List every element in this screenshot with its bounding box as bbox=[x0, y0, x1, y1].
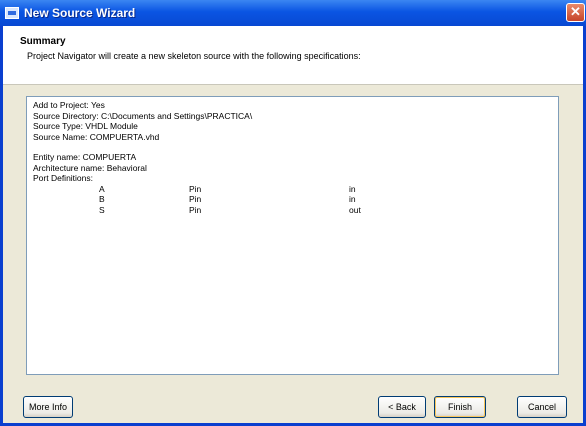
close-button[interactable]: ✕ bbox=[566, 3, 585, 22]
port-direction: out bbox=[349, 204, 361, 215]
port-direction: in bbox=[349, 194, 356, 204]
back-button-label: < Back bbox=[388, 402, 416, 412]
summary-text-area[interactable]: Add to Project: Yes Source Directory: C:… bbox=[26, 96, 559, 375]
summary-line-add-to-project: Add to Project: Yes bbox=[33, 100, 105, 110]
cancel-button-label: Cancel bbox=[527, 402, 556, 412]
more-info-button[interactable]: More Info bbox=[23, 396, 73, 418]
title-bar[interactable]: New Source Wizard ✕ bbox=[0, 0, 586, 26]
more-info-button-label: More Info bbox=[28, 402, 68, 412]
port-row: B Pin in bbox=[33, 194, 552, 205]
summary-spacer bbox=[33, 142, 552, 152]
summary-line-source-type: Source Type: VHDL Module bbox=[33, 121, 138, 131]
port-type: Pin bbox=[189, 194, 202, 204]
page-description: Project Navigator will create a new skel… bbox=[27, 51, 361, 61]
finish-button-label: Finish bbox=[447, 402, 472, 412]
port-direction: in bbox=[349, 183, 356, 194]
summary-line-source-name: Source Name: COMPUERTA.vhd bbox=[33, 131, 160, 142]
wizard-header: Summary Project Navigator will create a … bbox=[3, 26, 583, 85]
summary-line-port-definitions: Port Definitions: bbox=[33, 173, 93, 183]
page-title: Summary bbox=[20, 36, 66, 47]
port-name: B bbox=[99, 194, 105, 204]
window-title: New Source Wizard bbox=[24, 6, 136, 20]
summary-line-architecture-name: Architecture name: Behavioral bbox=[33, 162, 147, 173]
port-type: Pin bbox=[189, 204, 202, 215]
wizard-window: New Source Wizard ✕ Summary Project Navi… bbox=[0, 0, 586, 426]
window-app-icon bbox=[5, 7, 19, 19]
summary-line-entity-name: Entity name: COMPUERTA bbox=[33, 152, 137, 162]
summary-line-source-directory: Source Directory: C:\Documents and Setti… bbox=[33, 110, 253, 121]
finish-button[interactable]: Finish bbox=[434, 396, 486, 418]
port-type: Pin bbox=[189, 183, 202, 194]
back-button[interactable]: < Back bbox=[378, 396, 426, 418]
port-row: S Pin out bbox=[33, 205, 552, 216]
port-name: S bbox=[99, 204, 105, 215]
port-name: A bbox=[99, 183, 105, 194]
cancel-button[interactable]: Cancel bbox=[517, 396, 567, 418]
port-row: A Pin in bbox=[33, 184, 552, 195]
